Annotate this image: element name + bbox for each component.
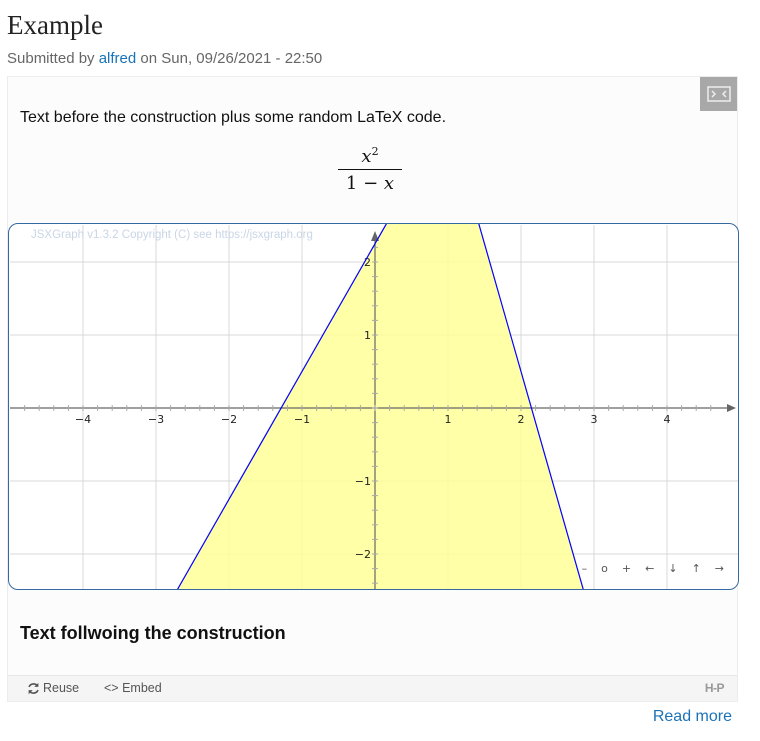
- jsxgraph-copyright: JSXGraph v1.3.2 Copyright (C) see https:…: [31, 229, 313, 241]
- board-canvas[interactable]: −4−3−2−11234−4−3−2−11234: [8, 223, 739, 590]
- x-tick-label: 1: [445, 413, 452, 426]
- zoom-reset-button[interactable]: o: [601, 562, 608, 575]
- submitted-prefix: Submitted by: [7, 50, 95, 67]
- submitted-date: on Sun, 09/26/2021 - 22:50: [140, 50, 323, 67]
- outro-text: Text follwoing the construction: [20, 623, 286, 643]
- pan-right-button[interactable]: →: [715, 562, 724, 575]
- x-tick-label: 4: [664, 413, 671, 426]
- zoom-out-button[interactable]: –: [582, 562, 588, 575]
- x-tick-label: −3: [148, 413, 164, 426]
- formula-denominator-var: x: [383, 173, 395, 194]
- pan-left-button[interactable]: ←: [645, 562, 654, 575]
- zoom-in-button[interactable]: +: [622, 562, 631, 575]
- page-title: Example: [7, 10, 103, 40]
- reuse-label: Reuse: [43, 681, 80, 695]
- submitted-by: Submitted by alfred on Sun, 09/26/2021 -…: [7, 50, 322, 67]
- x-tick-label: 3: [591, 413, 598, 426]
- y-tick-label: 1: [364, 329, 371, 342]
- y-tick-label: −2: [355, 548, 371, 561]
- intro-text: Text before the construction plus some r…: [20, 109, 447, 126]
- embed-button[interactable]: <> Embed: [104, 681, 162, 695]
- x-tick-label: 2: [518, 413, 525, 426]
- formula-exponent: 2: [371, 145, 379, 158]
- pan-down-button[interactable]: ↓: [668, 562, 677, 575]
- fullscreen-button[interactable]: [700, 77, 737, 111]
- fullscreen-icon: [706, 86, 731, 102]
- formula-numerator-var: x: [361, 146, 372, 167]
- h5p-logo[interactable]: H-P: [705, 681, 725, 695]
- refresh-icon: [28, 682, 39, 694]
- y-tick-label: −1: [355, 475, 371, 488]
- x-axis-arrow: [727, 404, 736, 412]
- x-tick-label: −1: [294, 413, 310, 426]
- formula-denominator-left: 1 −: [345, 173, 384, 194]
- reuse-button[interactable]: Reuse: [27, 681, 79, 695]
- latex-formula: x2 1 − x: [338, 145, 402, 194]
- x-tick-label: −2: [221, 413, 237, 426]
- h5p-footer: Reuse <> Embed H-P: [8, 675, 737, 701]
- x-tick-label: −4: [75, 413, 91, 426]
- read-more-link[interactable]: Read more: [653, 708, 732, 726]
- fraction-bar: [338, 169, 402, 170]
- jsxgraph-board[interactable]: −4−3−2−11234−4−3−2−11234 JSXGraph v1.3.2…: [8, 223, 739, 590]
- author-link[interactable]: alfred: [99, 50, 137, 67]
- board-navigation: – o + ← ↓ ↑ →: [582, 562, 724, 575]
- pan-up-button[interactable]: ↑: [692, 562, 701, 575]
